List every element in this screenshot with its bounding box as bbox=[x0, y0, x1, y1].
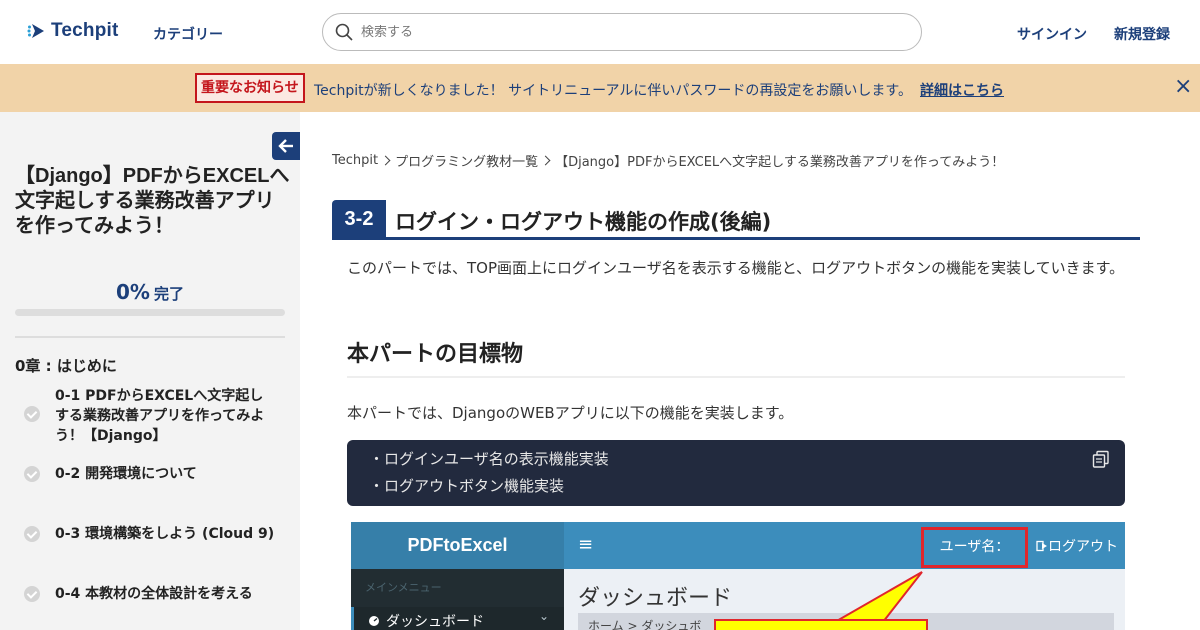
heading-divider bbox=[347, 376, 1125, 378]
progress-label: 0% 完了 bbox=[0, 280, 300, 304]
check-circle-icon bbox=[24, 526, 40, 542]
search-box[interactable] bbox=[322, 13, 922, 51]
sidebar-divider bbox=[15, 336, 285, 338]
section-number: 3-2 bbox=[332, 200, 386, 240]
callout-arrow bbox=[714, 571, 928, 630]
chevron-right-icon bbox=[380, 155, 391, 166]
progress-percent: 0% bbox=[116, 280, 150, 304]
notice-details-link[interactable]: 詳細はこちら bbox=[920, 80, 1004, 100]
search-icon bbox=[335, 23, 353, 41]
lesson-label: 0-2 開発環境について bbox=[55, 466, 197, 482]
category-link[interactable]: カテゴリー bbox=[153, 24, 223, 44]
search-input[interactable] bbox=[361, 24, 881, 40]
techpit-logo[interactable]: Techpit bbox=[27, 20, 119, 42]
chevron-right-icon bbox=[540, 155, 551, 166]
section-header: 3-2 ログイン・ログアウト機能の作成(後編) bbox=[332, 200, 1140, 240]
breadcrumb-catalog[interactable]: プログラミング教材一覧 bbox=[395, 151, 538, 170]
goal-paragraph: 本パートでは、DjangoのWEBアプリに以下の機能を実装します。 bbox=[347, 404, 794, 422]
code-line: ・ログインユーザ名の表示機能実装 bbox=[369, 450, 609, 468]
lesson-label: 0-1 PDFからEXCELへ文字起しする業務改善アプリを作ってみよう！【Dja… bbox=[55, 388, 265, 444]
copy-icon[interactable] bbox=[1092, 450, 1110, 468]
goal-heading: 本パートの目標物 bbox=[347, 342, 524, 367]
course-title: 【Django】PDFからEXCELへ文字起しする業務改善アプリを作ってみよう！ bbox=[15, 165, 290, 237]
tutorial-screenshot: PDFtoExcel ≡ ユーザ名： ログアウト メインメニュー ダッシュボード… bbox=[351, 522, 1125, 630]
check-circle-icon bbox=[24, 466, 40, 482]
signin-link[interactable]: サインイン bbox=[1017, 24, 1087, 44]
breadcrumb-course[interactable]: 【Django】PDFからEXCELへ文字起しする業務改善アプリを作ってみよう！ bbox=[555, 151, 1004, 170]
check-circle-icon bbox=[24, 586, 40, 602]
arrow-left-icon bbox=[278, 139, 293, 153]
code-block: ・ログインユーザ名の表示機能実装 ・ログアウトボタン機能実装 bbox=[347, 440, 1125, 506]
close-icon[interactable]: × bbox=[1174, 76, 1192, 98]
section-title: ログイン・ログアウト機能の作成(後編) bbox=[395, 210, 772, 234]
progress-bar bbox=[15, 309, 285, 316]
lesson-label: 0-3 環境構築をしよう (Cloud 9) bbox=[55, 526, 275, 542]
notice-bar: 重要なお知らせ Techpitが新しくなりました！ サイトリニューアルに伴いパス… bbox=[0, 64, 1200, 112]
code-line: ・ログアウトボタン機能実装 bbox=[369, 477, 565, 495]
breadcrumb-home[interactable]: Techpit bbox=[332, 153, 378, 168]
notice-text: Techpitが新しくなりました！ サイトリニューアルに伴いパスワードの再設定を… bbox=[314, 83, 912, 99]
breadcrumb: Techpit プログラミング教材一覧 【Django】PDFからEXCELへ文… bbox=[332, 151, 1004, 170]
signup-link[interactable]: 新規登録 bbox=[1114, 24, 1170, 44]
top-header: Techpit カテゴリー サインイン 新規登録 bbox=[0, 0, 1200, 64]
chapter-heading: 0章 : はじめに bbox=[15, 357, 117, 375]
course-sidebar: 【Django】PDFからEXCELへ文字起しする業務改善アプリを作ってみよう！… bbox=[0, 112, 300, 630]
notice-badge: 重要なお知らせ bbox=[195, 73, 305, 103]
intro-paragraph: このパートでは、TOP画面上にログインユーザ名を表示する機能と、ログアウトボタン… bbox=[347, 259, 1125, 277]
lesson-label: 0-4 本教材の全体設計を考える bbox=[55, 586, 253, 602]
check-circle-icon bbox=[24, 406, 40, 422]
progress-done-label: 完了 bbox=[153, 285, 184, 303]
logo-text: Techpit bbox=[51, 20, 119, 41]
collapse-sidebar-button[interactable] bbox=[272, 132, 300, 160]
techpit-logo-icon bbox=[27, 24, 44, 38]
